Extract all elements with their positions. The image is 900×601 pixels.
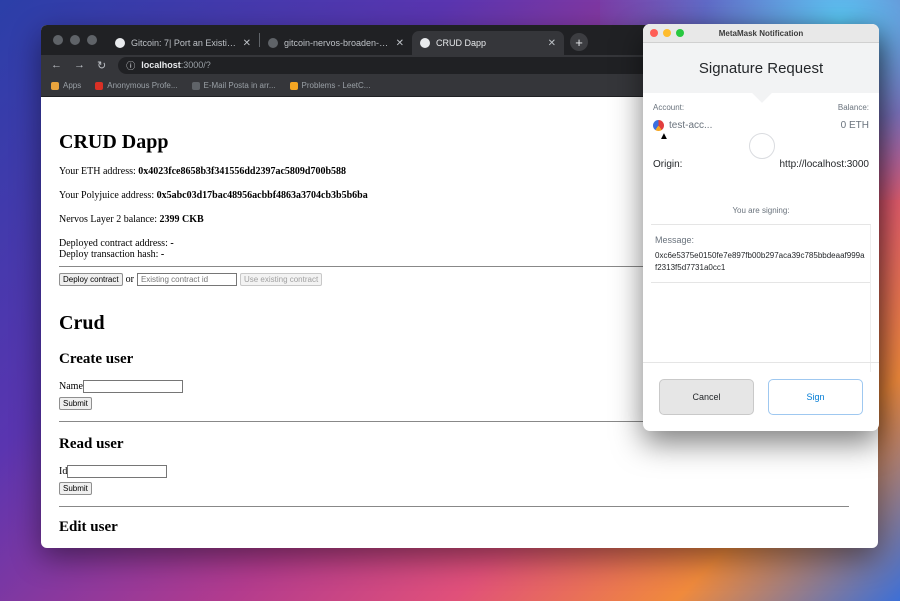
id-row: Id bbox=[59, 465, 860, 478]
back-arrow-icon[interactable]: ← bbox=[51, 59, 62, 71]
bookmark-favicon-icon bbox=[95, 81, 104, 90]
signature-request-header: Signature Request bbox=[643, 43, 879, 103]
account-name: test-acc... bbox=[653, 120, 712, 131]
mouse-cursor-icon: ▲ bbox=[659, 131, 669, 142]
deployed-contract-value: - bbox=[170, 238, 174, 249]
metamask-footer: Cancel Sign bbox=[643, 362, 879, 431]
read-user-heading: Read user bbox=[59, 436, 124, 452]
use-existing-contract-button[interactable]: Use existing contract bbox=[239, 273, 323, 286]
balance-value: 2399 CKB bbox=[159, 214, 204, 225]
reload-icon[interactable]: ↻ bbox=[97, 59, 106, 72]
balance-label: Balance: bbox=[837, 103, 869, 112]
loading-spinner-icon bbox=[749, 133, 775, 159]
bookmark-anonymous[interactable]: Anonymous Profe... bbox=[95, 81, 178, 90]
you-are-signing-text: You are signing: bbox=[732, 206, 790, 215]
apps-grid-icon bbox=[51, 81, 59, 90]
close-window-button[interactable] bbox=[53, 35, 63, 45]
cancel-button[interactable]: Cancel bbox=[659, 379, 754, 415]
deploy-contract-button[interactable]: Deploy contract bbox=[59, 273, 123, 286]
globe-favicon-icon bbox=[420, 38, 430, 48]
metamask-window-title: MetaMask Notification bbox=[718, 28, 804, 38]
origin-label: Origin: bbox=[653, 159, 683, 170]
deploy-tx-value: - bbox=[160, 249, 165, 260]
sign-button[interactable]: Sign bbox=[768, 379, 863, 415]
bookmark-favicon-icon bbox=[191, 81, 200, 90]
name-input[interactable] bbox=[82, 380, 183, 393]
account-name-text: test-acc... bbox=[669, 120, 713, 131]
github-favicon-icon bbox=[268, 38, 278, 48]
balance-value: 0 ETH bbox=[840, 120, 869, 131]
close-tab-icon[interactable]: ✕ bbox=[396, 38, 404, 49]
new-tab-button[interactable]: + bbox=[570, 33, 588, 51]
close-tab-icon[interactable]: ✕ bbox=[548, 38, 556, 49]
tab-title: gitcoin-nervos-broaden-the-sc bbox=[284, 38, 390, 48]
bookmark-label: E-Mail Posta in arr... bbox=[203, 81, 276, 90]
info-icon[interactable]: ⓘ bbox=[126, 59, 135, 72]
message-label: Message: bbox=[655, 235, 695, 245]
bookmark-label: Anonymous Profe... bbox=[107, 81, 178, 90]
tab-gitcoin-nervos[interactable]: gitcoin-nervos-broaden-the-sc ✕ bbox=[260, 31, 412, 55]
edit-user-heading: Edit user bbox=[59, 519, 118, 535]
message-value: 0xc6e5375e0150fe7e897fb00b297aca39c785bb… bbox=[655, 251, 865, 272]
bookmark-email[interactable]: E-Mail Posta in arr... bbox=[191, 81, 276, 90]
bookmark-leetcode[interactable]: Problems - LeetC... bbox=[289, 81, 371, 90]
url-host: localhost bbox=[141, 60, 181, 70]
account-labels: Account: Balance: bbox=[653, 103, 869, 112]
polyjuice-address-label: Your Polyjuice address: bbox=[59, 190, 155, 201]
metamask-titlebar: MetaMask Notification bbox=[643, 24, 879, 43]
account-label: Account: bbox=[653, 103, 685, 112]
balance-label: Nervos Layer 2 balance: bbox=[59, 214, 158, 225]
leetcode-favicon-icon bbox=[289, 81, 298, 90]
bookmark-label: Apps bbox=[63, 81, 82, 90]
forward-arrow-icon[interactable]: → bbox=[74, 59, 85, 71]
tab-crud-dapp[interactable]: CRUD Dapp ✕ bbox=[412, 31, 564, 55]
eth-address-value: 0x4023fce8658b3f341556dd2397ac5809d700b5… bbox=[138, 166, 347, 177]
eth-address-label: Your ETH address: bbox=[59, 166, 136, 177]
gitcoin-favicon-icon bbox=[115, 38, 125, 48]
id-label: Id bbox=[59, 466, 68, 477]
polyjuice-address-value: 0x5abc03d17bac48956acbbf4863a3704cb3b5b6… bbox=[156, 190, 368, 201]
tab-title: CRUD Dapp bbox=[436, 38, 487, 48]
divider bbox=[59, 506, 849, 507]
account-avatar-icon bbox=[653, 120, 664, 131]
minimize-window-button[interactable] bbox=[70, 35, 80, 45]
existing-contract-input[interactable]: Existing contract id bbox=[136, 273, 237, 286]
tab-gitcoin-port[interactable]: Gitcoin: 7| Port an Existing Eth ✕ bbox=[107, 31, 259, 55]
bookmark-apps[interactable]: Apps bbox=[51, 81, 81, 90]
or-text: or bbox=[125, 274, 134, 285]
id-input[interactable] bbox=[67, 465, 168, 478]
account-values: test-acc... 0 ETH bbox=[653, 112, 869, 131]
window-controls bbox=[41, 35, 107, 55]
origin-value: http://localhost:3000 bbox=[779, 159, 869, 170]
tab-title: Gitcoin: 7| Port an Existing Eth bbox=[131, 38, 237, 48]
bookmark-label: Problems - LeetC... bbox=[301, 81, 371, 90]
read-user-section: Read user Id Submit bbox=[59, 436, 860, 496]
message-area[interactable]: Message: 0xc6e5375e0150fe7e897fb00b297ac… bbox=[651, 224, 871, 372]
close-tab-icon[interactable]: ✕ bbox=[243, 38, 251, 49]
create-submit-button[interactable]: Submit bbox=[59, 397, 92, 410]
url-path: :3000/? bbox=[180, 60, 211, 70]
message-block: Message: 0xc6e5375e0150fe7e897fb00b297ac… bbox=[651, 225, 870, 283]
deploy-tx-label: Deploy transaction hash: bbox=[59, 249, 159, 260]
signature-request-title: Signature Request bbox=[698, 59, 824, 77]
metamask-window: MetaMask Notification Signature Request … bbox=[643, 24, 879, 431]
name-label: Name bbox=[59, 381, 83, 392]
read-submit-button[interactable]: Submit bbox=[59, 482, 92, 495]
origin-row: Origin: http://localhost:3000 bbox=[653, 159, 869, 170]
account-info: Account: Balance: test-acc... 0 ETH ▲ Or… bbox=[643, 93, 879, 196]
deployed-contract-label: Deployed contract address: bbox=[59, 238, 168, 249]
zoom-window-button[interactable] bbox=[87, 35, 97, 45]
